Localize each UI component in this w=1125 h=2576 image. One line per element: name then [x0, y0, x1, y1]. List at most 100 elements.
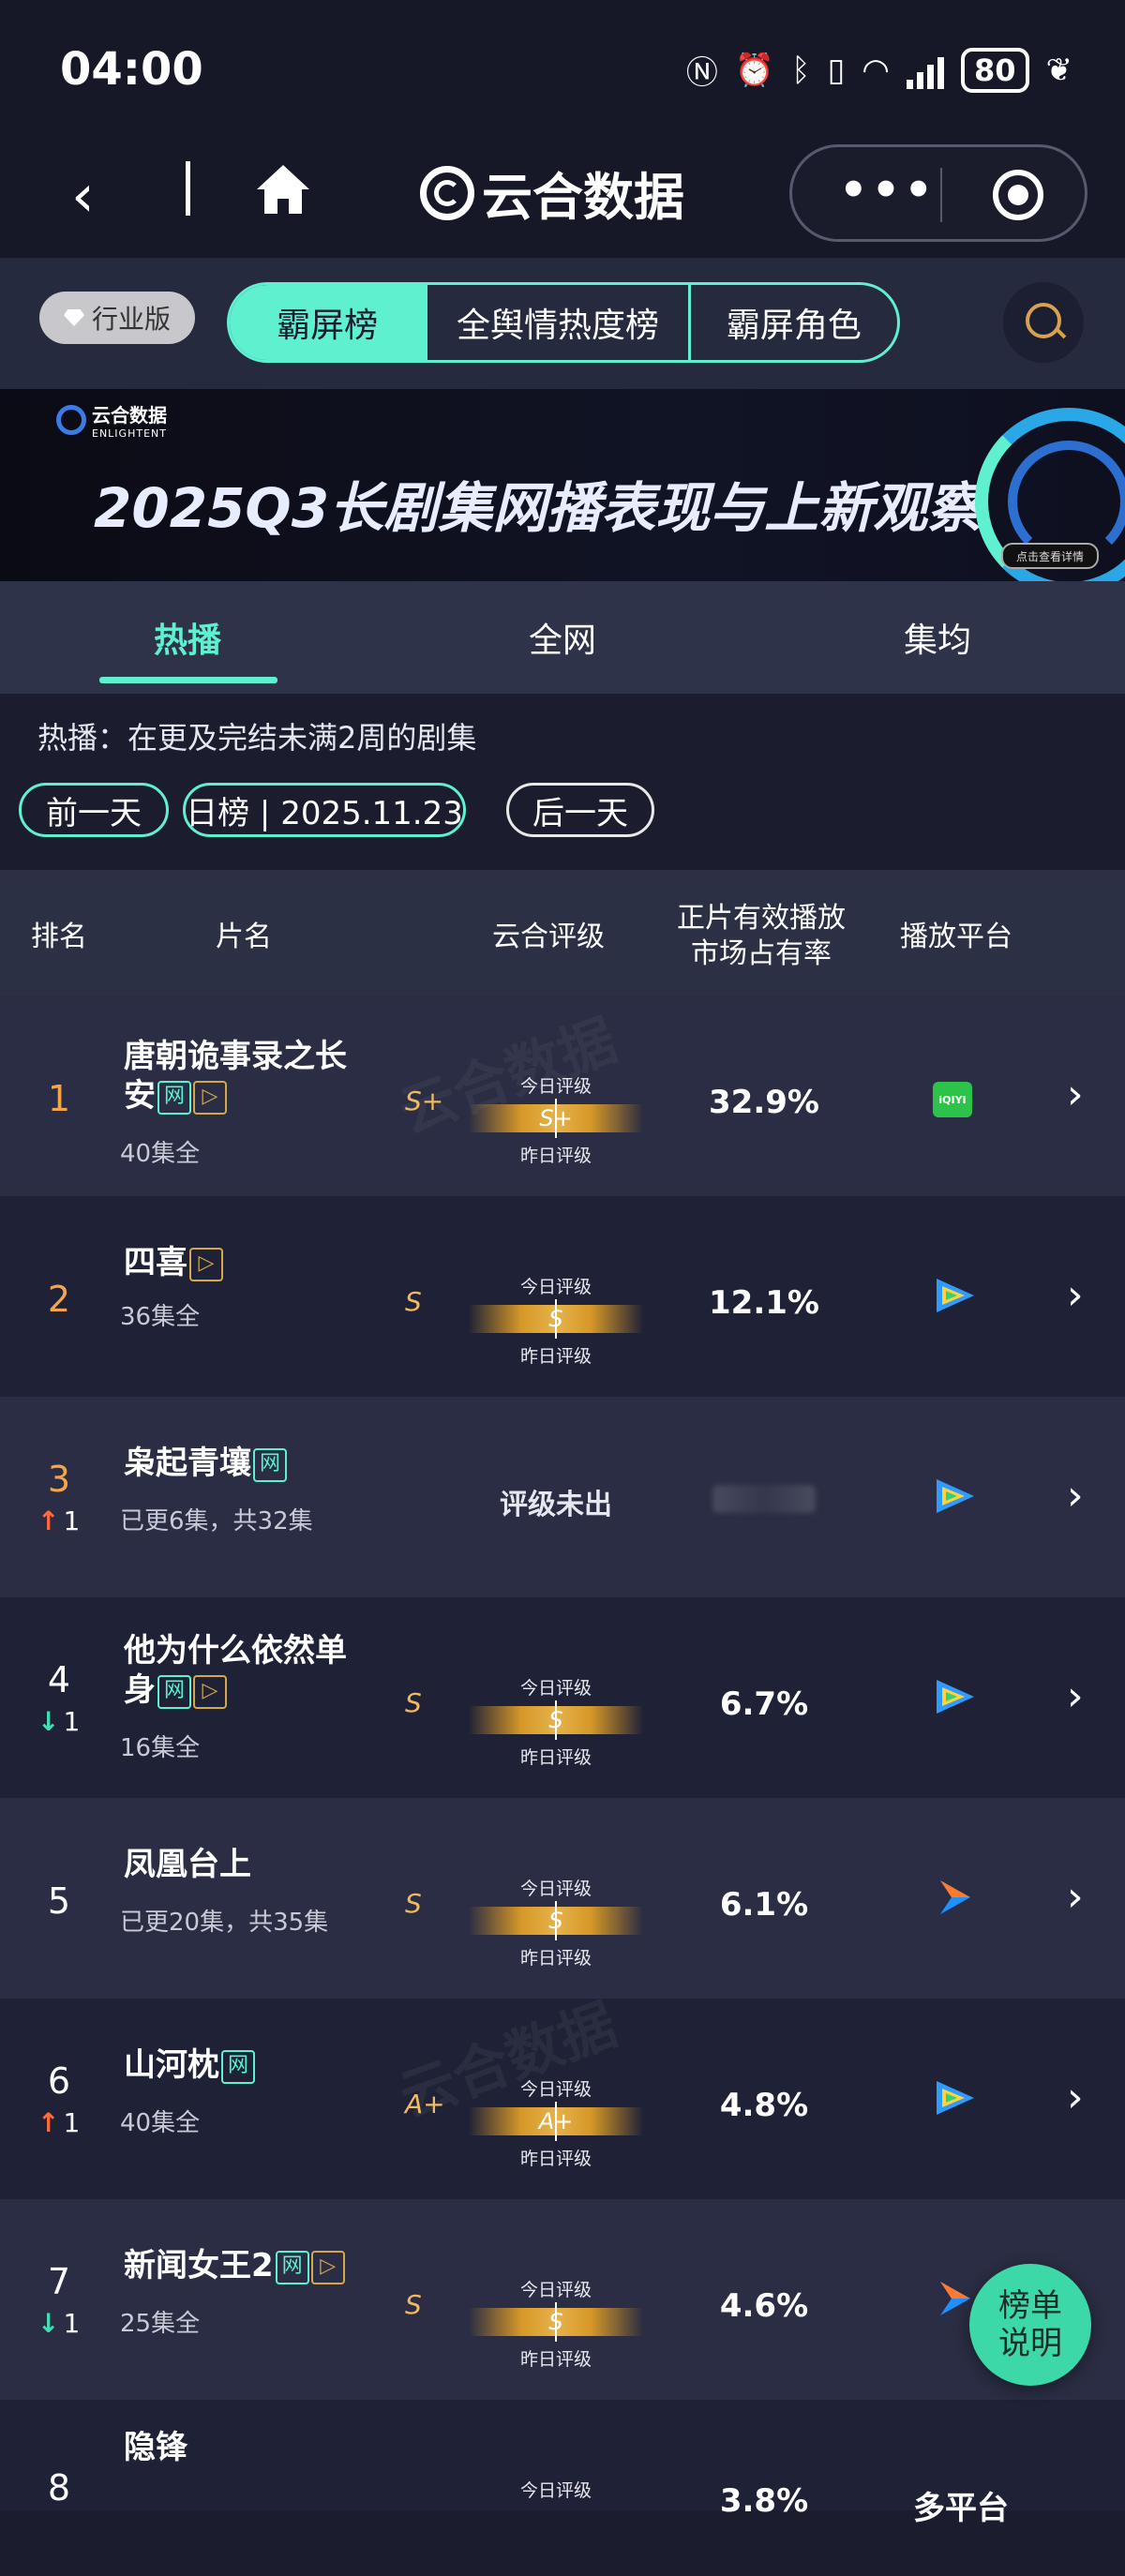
tencent-video-icon [933, 2079, 976, 2117]
active-tab-indicator [99, 677, 278, 683]
grade-value: S [405, 1687, 422, 1718]
market-share: 6.7% [719, 1685, 809, 1723]
status-bar: 04:00 Ⓝ ⏰ ᛒ ▯ ◠ 80 ❦ [0, 0, 1125, 141]
nav-header: ‹ 云合数据 ••• [0, 141, 1125, 258]
segmented-tabs: 霸屏榜 全舆情热度榜 霸屏角色 [227, 282, 900, 363]
col-grade: 云合评级 [492, 921, 605, 953]
status-icons: Ⓝ ⏰ ᛒ ▯ ◠ 80 ❦ [686, 47, 1072, 93]
home-icon[interactable] [253, 159, 313, 223]
banner-cta[interactable]: 点击查看详情 [1001, 543, 1099, 569]
col-rank: 排名 [31, 921, 87, 953]
diamond-icon [63, 309, 84, 326]
brand-name: 云合数据 [482, 168, 684, 227]
market-share: 4.6% [719, 2287, 809, 2325]
table-row[interactable]: 7 ↓ 1 新闻女王2 网 ▷ 25集全 S 今日评级 S 昨日评级 4.6% [0, 2199, 1125, 2400]
sub-tabs: 热播 全网 集均 [0, 581, 1125, 694]
grade-value: S [405, 2289, 422, 2320]
grade-indicator: 今日评级 S 昨日评级 [469, 1262, 643, 1372]
rank-change: ↓ 1 [38, 1706, 81, 1737]
rank-number: 8 [47, 2467, 71, 2509]
tab-ranking[interactable]: 霸屏榜 [230, 285, 426, 360]
market-share: 6.1% [719, 1886, 809, 1924]
edition-badge[interactable]: 行业版 [39, 292, 195, 344]
tencent-video-icon [933, 1277, 976, 1314]
play-badge-icon: ▷ [193, 1080, 227, 1115]
nfc-icon: Ⓝ [685, 54, 718, 92]
table-row[interactable]: 5 凤凰台上 已更20集，共35集 S 今日评级 S 昨日评级 6.1% › [0, 1798, 1125, 1999]
rank-number: 7 [47, 2261, 71, 2302]
clock: 04:00 [60, 43, 203, 96]
chevron-right-icon[interactable]: › [1067, 1672, 1084, 1720]
prev-day-button[interactable]: 前一天 [19, 783, 169, 837]
more-icon[interactable]: ••• [839, 164, 937, 217]
rank-number: 3 [47, 1459, 71, 1500]
arrow-up-icon: ↑ [38, 2107, 60, 2138]
market-share: 32.9% [709, 1084, 819, 1121]
next-day-button[interactable]: 后一天 [506, 783, 654, 837]
col-share-line2: 市场占有率 [691, 937, 832, 970]
tencent-video-icon [933, 1678, 976, 1715]
episode-count: 已更6集，共32集 [120, 1507, 313, 1535]
grade-indicator: 今日评级 [519, 2480, 592, 2501]
show-title: 唐朝诡事录之长 安网 ▷ [124, 1038, 347, 1115]
chevron-right-icon[interactable]: › [1067, 2074, 1084, 2121]
episode-count: 36集全 [120, 1303, 201, 1331]
promo-banner[interactable]: 云合数据 ENLIGHTENT 2025Q3长剧集网播表现与上新观察 点击查看详… [0, 389, 1125, 581]
table-row[interactable]: 8 隐锋 今日评级 3.8% 多平台 [0, 2400, 1125, 2527]
episode-count: 已更20集，共35集 [120, 1909, 329, 1937]
brand: 云合数据 [420, 156, 684, 230]
market-share: 3.8% [719, 2482, 809, 2520]
battery-indicator: 80 [960, 47, 1029, 93]
show-title: 新闻女王2 网 ▷ [124, 2246, 377, 2285]
date-selector[interactable]: 日榜 | 2025.11.23 [183, 783, 466, 837]
arrow-down-icon: ↓ [38, 2308, 60, 2339]
subtab-hot[interactable]: 热播 [94, 613, 281, 662]
back-icon[interactable]: ‹ [71, 161, 95, 230]
tab-sentiment[interactable]: 全舆情热度榜 [425, 285, 688, 360]
show-title: 枭起青壤网 [124, 1444, 377, 1483]
chevron-right-icon[interactable]: › [1067, 1873, 1084, 1921]
grade-value: S [405, 1888, 422, 1919]
chevron-right-icon[interactable]: › [1067, 1071, 1084, 1118]
episode-count: 25集全 [120, 2310, 201, 2338]
play-badge-icon: ▷ [189, 1247, 223, 1281]
bluetooth-icon: ᛒ [791, 51, 811, 89]
brand-logo-icon [420, 165, 474, 220]
chevron-right-icon[interactable]: › [1067, 1271, 1084, 1319]
subtab-average[interactable]: 集均 [844, 613, 1031, 662]
table-row[interactable]: 4 ↓ 1 他为什么依然单 身网 ▷ 16集全 S 今日评级 S 昨日评级 6.7%… [0, 1597, 1125, 1798]
ranking-info-button[interactable]: 榜单 说明 [969, 2264, 1091, 2386]
leaf-icon: ❦ [1045, 51, 1073, 89]
signal-icon [906, 52, 944, 89]
search-icon [1026, 303, 1061, 338]
col-platform: 播放平台 [900, 921, 1012, 953]
youku-icon [933, 1879, 976, 1916]
banner-logo-icon [56, 405, 86, 435]
market-share: 12.1% [709, 1284, 819, 1322]
web-badge-icon: 网 [158, 1080, 191, 1115]
table-row[interactable]: 2 四喜 ▷ 36集全 S 今日评级 S 昨日评级 12.1% › [0, 1196, 1125, 1397]
episode-count: 40集全 [120, 1140, 201, 1168]
show-title: 他为什么依然单 身网 ▷ [124, 1632, 347, 1709]
web-badge-icon: 网 [253, 1447, 287, 1482]
grade-indicator: 今日评级 S 昨日评级 [469, 1864, 643, 1974]
banner-title: 2025Q3长剧集网播表现与上新观察 [94, 476, 982, 540]
rank-change: ↑ 1 [38, 1505, 81, 1536]
show-title: 四喜 ▷ [124, 1243, 377, 1282]
subtab-all[interactable]: 全网 [469, 613, 656, 662]
show-title: 山河枕网 [124, 2045, 377, 2085]
search-button[interactable] [1003, 282, 1084, 363]
nav-divider [186, 161, 190, 216]
chevron-right-icon[interactable]: › [1067, 1472, 1084, 1520]
youku-icon [933, 2280, 976, 2317]
rank-number: 6 [47, 2060, 71, 2102]
table-row[interactable]: 3 ↑ 1 枭起青壤网 已更6集，共32集 评级未出 › [0, 1397, 1125, 1597]
grade-indicator: 今日评级 S 昨日评级 [469, 2265, 643, 2375]
show-title: 凤凰台上 [124, 1846, 251, 1883]
table-header: 排名 片名 云合评级 正片有效播放 市场占有率 播放平台 [0, 870, 1125, 996]
web-badge-icon: 网 [275, 2250, 309, 2284]
vibrate-icon: ▯ [827, 51, 846, 89]
tab-characters[interactable]: 霸屏角色 [687, 285, 897, 360]
close-miniapp-icon[interactable] [993, 170, 1043, 220]
wifi-icon: ◠ [862, 51, 890, 89]
